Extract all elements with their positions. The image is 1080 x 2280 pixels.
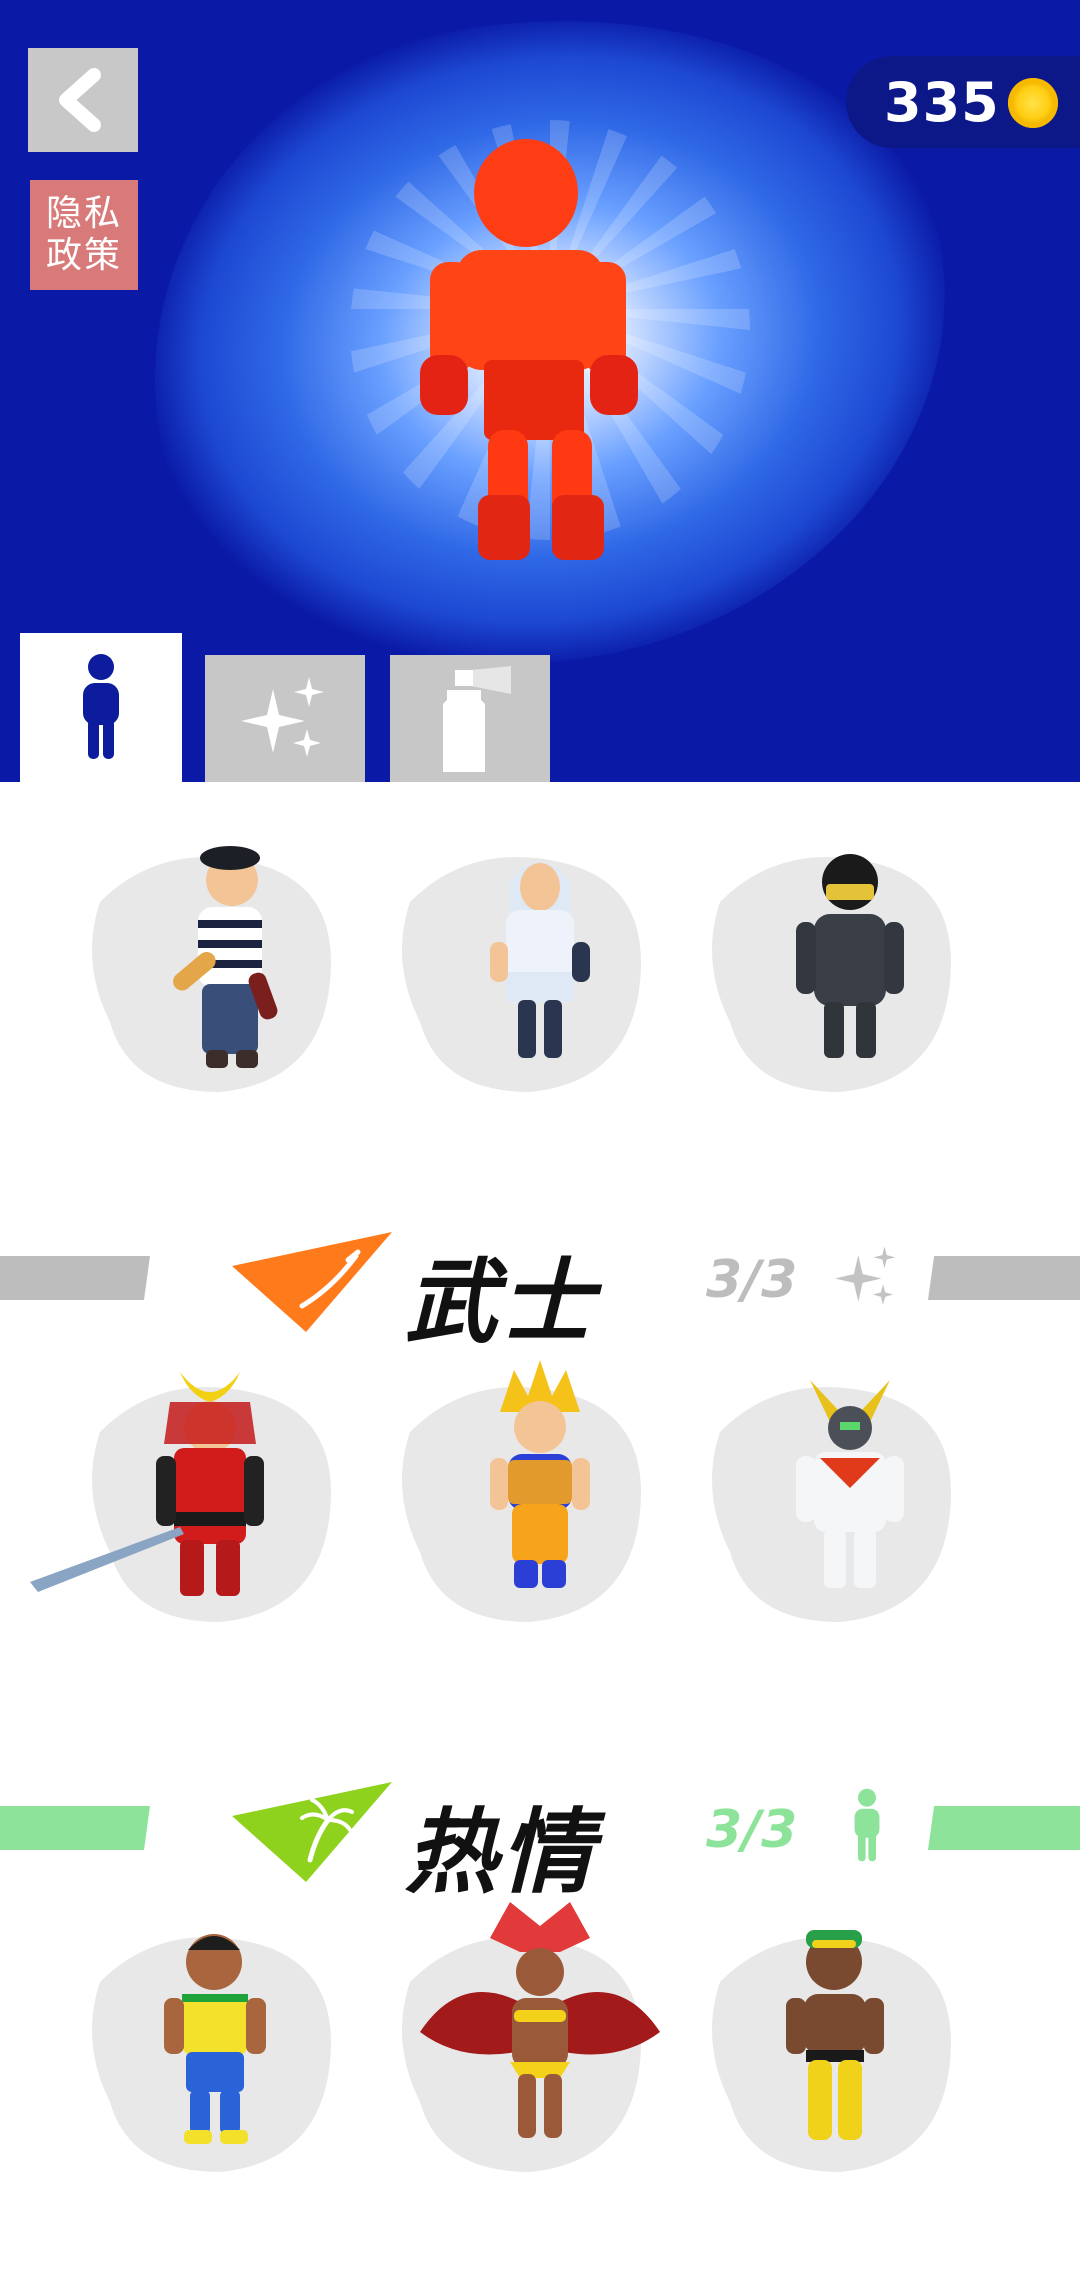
character-capoeira-fighter[interactable]: [700, 1902, 1000, 2202]
tab-effects[interactable]: [205, 655, 365, 782]
coin-balance: 335: [846, 56, 1080, 148]
person-icon: [83, 653, 119, 759]
person-icon: [854, 1788, 880, 1862]
section-title: 热情: [405, 1799, 598, 1906]
character-soccer-player[interactable]: [80, 1902, 380, 2202]
section-count: 3/3: [706, 1800, 798, 1860]
character-french-mime[interactable]: [80, 822, 380, 1122]
section-bar-left: [0, 1806, 150, 1850]
section-count: 3/3: [706, 1250, 798, 1310]
character-hooded-assassin[interactable]: [390, 822, 690, 1122]
chevron-left-icon: [59, 68, 101, 132]
character-carnival-dancer[interactable]: [390, 1902, 690, 2202]
section-bar-right: [928, 1806, 1080, 1850]
section-header-passion: 热情 3/3: [0, 1772, 1080, 1906]
section-bar-left: [0, 1256, 150, 1300]
tab-paint[interactable]: [390, 655, 550, 782]
spray-can-icon: [443, 665, 511, 772]
character-mecha-hero[interactable]: [700, 1352, 1000, 1652]
section-bar-right: [928, 1256, 1080, 1300]
character-samurai[interactable]: [30, 1352, 380, 1652]
privacy-policy-button[interactable]: 隐私 政策: [30, 180, 138, 290]
back-button[interactable]: [28, 48, 138, 152]
character-list: 武士 3/3 热情 3/3: [0, 782, 1080, 2280]
tab-characters[interactable]: [20, 633, 182, 782]
section-title: 武士: [405, 1249, 598, 1356]
gold-coin-icon: [1008, 78, 1058, 128]
character-helmet-robot[interactable]: [700, 822, 1000, 1122]
palm-tree-icon: [232, 1782, 392, 1882]
character-super-fighter[interactable]: [390, 1352, 690, 1652]
sparkles-icon: [241, 676, 324, 757]
section-header-samurai: 武士 3/3: [0, 1222, 1080, 1356]
katana-icon: [232, 1232, 392, 1332]
sparkles-icon: [834, 1246, 896, 1305]
character-preview-area: 隐私 政策 335: [0, 0, 1080, 782]
coin-count: 335: [884, 70, 1000, 134]
